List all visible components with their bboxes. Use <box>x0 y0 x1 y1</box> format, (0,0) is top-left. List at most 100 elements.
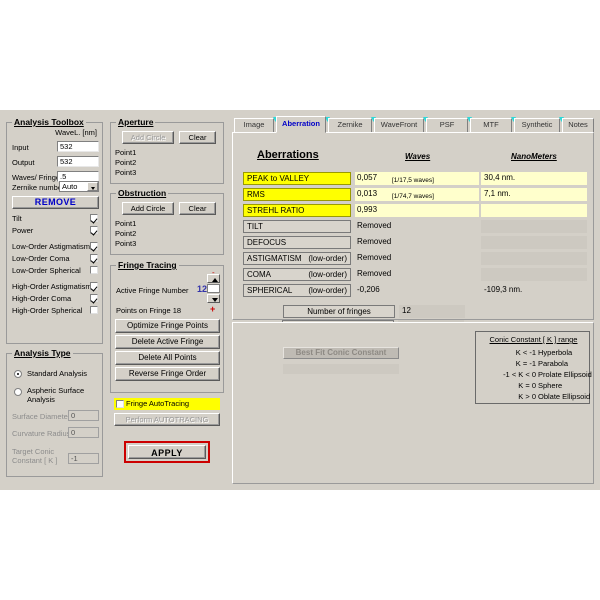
row-waves-spherical: -0,206 <box>355 284 479 297</box>
aperture-title: Aperture <box>116 117 155 127</box>
row-label-spherical: SPHERICAL (low-order) <box>243 284 351 297</box>
row-waves-value-0: 0,057 <box>357 173 377 182</box>
checkbox-power[interactable] <box>90 226 98 234</box>
conic-k-0: K < -1 <box>480 348 536 357</box>
delete-all-points-button[interactable]: Delete All Points <box>115 351 220 365</box>
conic-desc-1: Parabola <box>538 359 568 368</box>
row-waves-strehl-ratio: 0,993 <box>355 204 479 217</box>
row-label-sub-coma: (low-order) <box>308 269 347 280</box>
tab-aberration[interactable]: Aberration <box>276 116 326 133</box>
row-waves-astigmatism: Removed <box>355 252 479 265</box>
row-nm-spherical: -109,3 nm. <box>481 284 587 297</box>
conic-k-3: K = 0 <box>480 381 536 390</box>
output-wavelength-field[interactable]: 532 <box>57 156 99 167</box>
waves-per-fringe-label: Waves/ Fringe <box>12 173 60 182</box>
tab-notes[interactable]: Notes <box>562 118 594 132</box>
aperture-point-2[interactable]: Point2 <box>115 158 136 168</box>
chevron-down-icon[interactable] <box>87 182 98 191</box>
aperture-clear-button[interactable]: Clear <box>179 131 216 144</box>
analysis-toolbox-panel: Analysis Toolbox WaveL. [nm] Input 532 O… <box>6 122 103 344</box>
tab-zernike[interactable]: Zernike <box>328 118 372 132</box>
wavelength-unit-header: WaveL. [nm] <box>55 128 97 137</box>
row-label-coma: COMA (low-order) <box>243 268 351 281</box>
checkbox-high-order-spherical[interactable] <box>90 306 98 314</box>
fringe-number-spinner-box[interactable] <box>207 284 220 293</box>
tab-image[interactable]: Image <box>234 118 274 132</box>
fringe-autotracing-row[interactable]: Fringe AutoTracing <box>114 398 220 410</box>
points-on-fringe-label: Points on Fringe 18 <box>116 306 181 315</box>
obstruction-clear-button[interactable]: Clear <box>179 202 216 215</box>
row-label-defocus: DEFOCUS <box>243 236 351 249</box>
optimize-fringe-points-button[interactable]: Optimize Fringe Points <box>115 319 220 333</box>
checkbox-low-order-coma[interactable] <box>90 254 98 262</box>
checkbox-high-order-coma[interactable] <box>90 294 98 302</box>
checkbox-label-high-order-astigmatism: High-Order Astigmatism <box>12 282 92 291</box>
table-row: PEAK to VALLEY 0,057 [1/17,5 waves] 30,4… <box>243 172 587 186</box>
target-conic-label-2: Constant [ K ] <box>12 456 57 465</box>
aperture-add-circle-button[interactable]: Add Circle <box>122 131 174 144</box>
spinner-up-icon[interactable] <box>207 274 220 283</box>
checkbox-low-order-spherical[interactable] <box>90 266 98 274</box>
row-label-text-astigmatism: ASTIGMATISM <box>247 254 302 263</box>
conic-k-2: -1 < K < 0 <box>480 370 536 379</box>
row-waves-peak-to-valley: 0,057 [1/17,5 waves] <box>355 172 479 185</box>
conic-desc-3: Sphere <box>538 381 562 390</box>
obstruction-point-3[interactable]: Point3 <box>115 239 136 249</box>
obstruction-point-1[interactable]: Point1 <box>115 219 136 229</box>
checkbox-label-low-order-astigmatism: Low-Order Astigmatism <box>12 242 90 251</box>
application-window: Analysis Toolbox WaveL. [nm] Input 532 O… <box>0 110 600 490</box>
target-conic-constant-field[interactable]: -1 <box>68 453 99 464</box>
active-fringe-number-label: Active Fringe Number <box>116 286 189 295</box>
radio-standard-analysis[interactable] <box>14 370 22 378</box>
checkbox-label-high-order-coma: High-Order Coma <box>12 294 71 303</box>
active-fringe-number-value: 12 <box>197 284 207 294</box>
column-header-nanometers: NanoMeters <box>511 152 557 161</box>
tab-psf[interactable]: PSF <box>426 118 468 132</box>
obstruction-point-2[interactable]: Point2 <box>115 229 136 239</box>
conic-desc-2: Prolate Ellipsoid <box>538 370 592 379</box>
best-fit-conic-constant-button[interactable]: Best Fit Conic Constant <box>283 347 399 359</box>
table-row: TILT Removed <box>243 220 587 234</box>
output-label: Output <box>12 158 35 167</box>
aberration-tab-page: Aberrations Waves NanoMeters PEAK to VAL… <box>232 132 594 320</box>
remove-button[interactable]: REMOVE <box>12 196 99 209</box>
row-nm-strehl-ratio <box>481 204 587 217</box>
conic-k-1: K = -1 <box>480 359 536 368</box>
table-row: RMS 0,013 [1/74,7 waves] 7,1 nm. <box>243 188 587 202</box>
checkbox-tilt[interactable] <box>90 214 98 222</box>
row-nm-tilt <box>481 220 587 233</box>
row-nm-defocus <box>481 236 587 249</box>
row-label-astigmatism: ASTIGMATISM (low-order) <box>243 252 351 265</box>
apply-button[interactable]: APPLY <box>128 445 206 459</box>
plus-icon[interactable]: + <box>210 304 215 314</box>
tab-mtf[interactable]: MTF <box>470 118 512 132</box>
tab-wavefront[interactable]: WaveFront <box>374 118 424 132</box>
row-waves-defocus: Removed <box>355 236 479 249</box>
table-row: STREHL RATIO 0,993 <box>243 204 587 218</box>
checkbox-label-power: Power <box>12 226 33 235</box>
table-row: COMA (low-order) Removed <box>243 268 587 282</box>
delete-active-fringe-button[interactable]: Delete Active Fringe <box>115 335 220 349</box>
surface-diameter-field[interactable]: 0 <box>68 410 99 421</box>
checkbox-low-order-astigmatism[interactable] <box>90 242 98 250</box>
row-nm-coma <box>481 268 587 281</box>
radio-aspheric-surface-analysis[interactable] <box>14 388 22 396</box>
checkbox-high-order-astigmatism[interactable] <box>90 282 98 290</box>
row-label-tilt: TILT <box>243 220 351 233</box>
row-waves-paren-1: [1/74,7 waves] <box>392 191 434 203</box>
number-of-fringes-label: Number of fringes <box>283 305 395 318</box>
obstruction-add-circle-button[interactable]: Add Circle <box>122 202 174 215</box>
checkbox-fringe-autotracing[interactable] <box>116 400 124 408</box>
zernike-number-select[interactable]: Auto <box>59 181 99 192</box>
spinner-down-icon[interactable] <box>207 294 220 303</box>
aperture-point-1[interactable]: Point1 <box>115 148 136 158</box>
perform-autotracing-button[interactable]: Perform AUTOTRACING <box>114 413 220 426</box>
input-wavelength-field[interactable]: 532 <box>57 141 99 152</box>
curvature-radius-field[interactable]: 0 <box>68 427 99 438</box>
aperture-point-3[interactable]: Point3 <box>115 168 136 178</box>
radio-label-aspheric-surface-analysis: Aspheric Surface <box>27 386 84 395</box>
checkbox-label-low-order-spherical: Low-Order Spherical <box>12 266 81 275</box>
row-waves-value-2: 0,993 <box>357 205 377 214</box>
tab-synthetic[interactable]: Synthetic <box>514 118 560 132</box>
reverse-fringe-order-button[interactable]: Reverse Fringe Order <box>115 367 220 381</box>
